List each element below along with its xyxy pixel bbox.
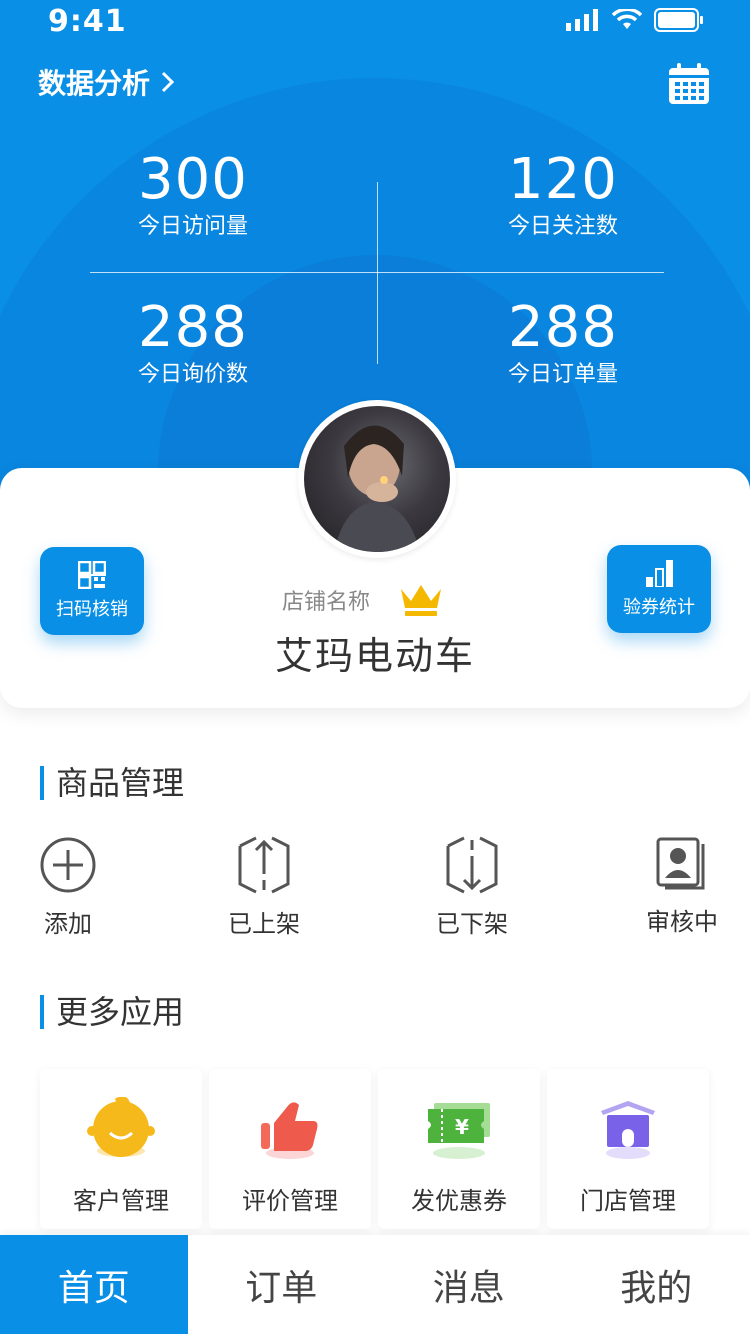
app-issue-coupon[interactable]: ¥ 发优惠券 [378,1069,540,1229]
goods-listed[interactable]: 已上架 [222,836,306,939]
bar-chart-icon [646,560,673,587]
coupon-icon: ¥ [428,1103,490,1159]
avatar-photo [304,406,450,552]
shop-name: 艾玛电动车 [274,634,475,678]
shelf-up-icon [238,836,290,894]
apps-section-title: 更多应用 [40,995,184,1029]
app-coupon-label: 发优惠券 [411,1187,507,1215]
app-customer-label: 客户管理 [73,1187,169,1215]
status-time: 9:41 [48,4,127,39]
stat-label: 今日订单量 [508,362,619,387]
chevron-right-icon [161,71,175,93]
goods-delisted[interactable]: 已下架 [430,836,514,939]
app-customer-management[interactable]: 客户管理 [40,1069,202,1229]
coupon-stats-button[interactable]: 验券统计 [607,545,711,633]
app-review-management[interactable]: 评价管理 [209,1069,371,1229]
tab-mine[interactable]: 我的 [563,1235,750,1334]
goods-listed-label: 已上架 [228,910,300,938]
bottom-tab-bar: 首页 订单 消息 我的 [0,1235,750,1334]
crown-icon [401,585,441,616]
avatar[interactable] [298,400,456,558]
stat-label: 今日询价数 [138,362,249,387]
app-store-label: 门店管理 [580,1187,676,1215]
stat-visits: 300 今日访问量 [138,148,358,242]
shop-name-label: 店铺名称 [282,590,371,615]
goods-delisted-label: 已下架 [436,910,508,938]
coupon-stats-label: 验券统计 [623,597,695,618]
status-bar: 9:41 [0,0,750,40]
stat-orders: 288 今日订单量 [508,296,728,390]
stat-followers: 120 今日关注数 [508,148,728,242]
reviewing-icon [656,837,705,890]
scan-verify-button[interactable]: 扫码核销 [40,547,144,635]
stat-value: 288 [138,295,248,360]
app-review-label: 评价管理 [242,1187,338,1215]
stats-grid: 300 今日访问量 120 今日关注数 288 今日询价数 288 今日订单量 [90,140,664,402]
qr-code-icon [78,561,106,589]
svg-text:¥: ¥ [455,1115,469,1139]
stat-label: 今日访问量 [138,214,249,239]
goods-add[interactable]: 添加 [36,836,100,939]
stat-value: 120 [508,147,618,212]
add-circle-icon [40,837,96,893]
scan-verify-label: 扫码核销 [56,599,128,620]
stat-value: 288 [508,295,618,360]
battery-icon [654,8,703,32]
stat-value: 300 [138,147,248,212]
customer-icon [87,1097,155,1157]
goods-reviewing[interactable]: 审核中 [640,836,724,937]
wifi-icon [612,9,642,29]
home-page: 9:41 数据分析 300 今日访问量 120 今日关注数 288 今日询价数 … [0,0,750,1334]
goods-reviewing-label: 审核中 [646,908,718,936]
goods-section-title: 商品管理 [40,766,184,800]
store-icon [601,1101,655,1159]
thumbs-up-icon [261,1102,318,1159]
stat-inquiries: 288 今日询价数 [138,296,358,390]
page-title: 数据分析 [38,67,151,100]
shelf-down-icon [446,836,498,894]
tab-messages[interactable]: 消息 [375,1235,563,1334]
stat-label: 今日关注数 [508,214,619,239]
tab-home[interactable]: 首页 [0,1235,188,1334]
calendar-icon[interactable] [668,63,710,105]
apps-grid: 客户管理 评价管理 ¥ 发优惠券 门店管理 [40,1069,710,1229]
goods-add-label: 添加 [44,910,92,938]
app-store-management[interactable]: 门店管理 [547,1069,709,1229]
tab-orders[interactable]: 订单 [188,1235,376,1334]
goods-menu: 添加 已上架 已下架 审核中 [0,836,750,946]
data-analysis-link[interactable]: 数据分析 [38,62,176,102]
signal-icon [566,9,598,31]
